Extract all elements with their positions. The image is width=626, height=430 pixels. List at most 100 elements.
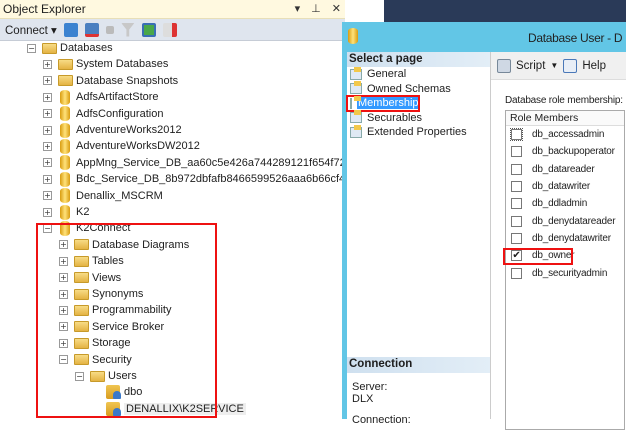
connect-button[interactable]: Connect ▾ bbox=[5, 23, 57, 37]
filter-icon[interactable] bbox=[120, 22, 135, 37]
role-name: db_denydatareader bbox=[532, 215, 616, 227]
highlight-box-db-owner bbox=[503, 248, 573, 265]
role-row[interactable]: db_denydatawriter bbox=[506, 230, 624, 247]
folder-icon bbox=[58, 58, 73, 70]
database-icon bbox=[60, 89, 70, 105]
page-item[interactable]: Extended Properties bbox=[347, 124, 491, 140]
script-icon[interactable] bbox=[497, 58, 511, 73]
tree-node-label: Bdc_Service_DB_8b972dbfafb8466599526aaa6… bbox=[76, 173, 352, 186]
tree-node[interactable]: + AdfsConfiguration bbox=[43, 106, 163, 122]
expand-icon[interactable]: + bbox=[43, 191, 52, 201]
tree-node-label: Databases bbox=[60, 42, 113, 54]
role-members-header[interactable]: Role Members bbox=[506, 111, 624, 126]
tree-node[interactable]: + K2 bbox=[43, 204, 89, 220]
object-explorer-title-bar: Object Explorer ▾ ⊥ ✕ bbox=[0, 0, 345, 19]
page-item[interactable]: Securables bbox=[347, 110, 491, 126]
membership-page: Script ▼ Help Database role membership: … bbox=[490, 52, 626, 430]
tree-node[interactable]: − Databases bbox=[27, 40, 113, 56]
page-label: Membership bbox=[357, 97, 420, 110]
role-row[interactable]: db_datareader bbox=[506, 161, 624, 178]
connection-label: Connection: bbox=[352, 414, 411, 426]
database-icon bbox=[60, 204, 70, 220]
page-label: Owned Schemas bbox=[367, 82, 451, 95]
role-row[interactable]: db_ddladmin bbox=[506, 195, 624, 212]
select-page-header: Select a page bbox=[347, 52, 491, 67]
page-icon bbox=[350, 66, 362, 80]
expand-icon[interactable]: + bbox=[43, 174, 52, 184]
page-item[interactable]: Owned Schemas bbox=[347, 81, 491, 97]
role-row[interactable]: db_securityadmin bbox=[506, 264, 624, 281]
dialog-toolbar: Script ▼ Help bbox=[491, 52, 626, 80]
collapse-icon[interactable]: − bbox=[27, 43, 36, 53]
disconnect-icon[interactable] bbox=[84, 22, 99, 37]
role-name: db_ddladmin bbox=[532, 198, 588, 210]
tree-node[interactable]: + AppMng_Service_DB_aa60c5e426a744289121f… bbox=[43, 155, 373, 171]
tree-node-label: AdfsConfiguration bbox=[76, 107, 164, 120]
panel-title: Object Explorer bbox=[3, 2, 86, 16]
tree-node-label: AdventureWorksDW2012 bbox=[76, 140, 200, 153]
role-members-list: Role Members db_accessadmin db_backupoper… bbox=[505, 110, 625, 430]
tree-node[interactable]: + Denallix_MSCRM bbox=[43, 188, 163, 204]
role-checkbox[interactable] bbox=[511, 215, 522, 227]
role-row[interactable]: db_accessadmin bbox=[506, 126, 624, 143]
refresh-icon[interactable] bbox=[141, 22, 156, 37]
help-button[interactable]: Help bbox=[582, 60, 606, 72]
role-name: db_denydatawriter bbox=[532, 232, 611, 244]
tree-node-label: K2 bbox=[76, 206, 90, 218]
role-name: db_backupoperator bbox=[532, 146, 615, 158]
role-checkbox[interactable] bbox=[511, 181, 522, 193]
role-name: db_datareader bbox=[532, 163, 595, 175]
page-item[interactable]: Membership bbox=[346, 95, 420, 112]
object-explorer-toolbar: Connect ▾ bbox=[0, 19, 345, 41]
database-icon bbox=[60, 188, 70, 204]
script-button[interactable]: Script bbox=[516, 60, 545, 72]
select-page-pane: Select a page General Owned Schemas Member… bbox=[346, 52, 491, 426]
page-icon bbox=[350, 95, 361, 109]
expand-icon[interactable]: + bbox=[43, 141, 52, 151]
database-icon bbox=[60, 122, 70, 138]
role-checkbox[interactable] bbox=[510, 128, 523, 142]
role-checkbox[interactable] bbox=[511, 163, 522, 175]
tree-node[interactable]: + AdfsArtifactStore bbox=[43, 89, 159, 105]
panel-controls[interactable]: ▾ ⊥ ✕ bbox=[295, 2, 345, 15]
role-row[interactable]: db_backupoperator bbox=[506, 143, 624, 160]
role-checkbox[interactable] bbox=[511, 267, 522, 279]
activity-monitor-icon[interactable] bbox=[162, 22, 177, 37]
stop-icon[interactable] bbox=[105, 25, 114, 34]
expand-icon[interactable]: + bbox=[43, 92, 52, 102]
role-row[interactable]: db_denydatareader bbox=[506, 212, 624, 229]
role-row[interactable]: db_datawriter bbox=[506, 178, 624, 195]
tree-node[interactable]: + AdventureWorksDW2012 bbox=[43, 138, 200, 154]
tree-node[interactable]: + AdventureWorks2012 bbox=[43, 122, 182, 138]
expand-icon[interactable]: + bbox=[43, 109, 52, 119]
page-item[interactable]: General bbox=[347, 66, 491, 82]
page-label: Extended Properties bbox=[367, 126, 467, 139]
role-name: db_accessadmin bbox=[532, 129, 605, 141]
database-icon bbox=[60, 106, 70, 122]
expand-icon[interactable]: + bbox=[43, 207, 52, 217]
role-checkbox[interactable] bbox=[511, 232, 522, 244]
database-user-dialog: Database User - D Select a page General O… bbox=[342, 22, 626, 430]
tree-node[interactable]: + System Databases bbox=[43, 56, 168, 72]
help-icon[interactable] bbox=[563, 58, 578, 73]
connect-icon[interactable] bbox=[63, 22, 78, 37]
script-dropdown-icon[interactable]: ▼ bbox=[550, 61, 558, 70]
tree-node[interactable]: + Bdc_Service_DB_8b972dbfafb8466599526aaa… bbox=[43, 171, 351, 187]
page-icon bbox=[350, 110, 362, 124]
tree-node-label: AdventureWorks2012 bbox=[76, 124, 182, 136]
tree-node[interactable]: + Database Snapshots bbox=[43, 73, 178, 89]
expand-icon[interactable]: + bbox=[43, 59, 52, 69]
server-label: Server: bbox=[352, 381, 388, 393]
database-icon bbox=[60, 138, 70, 154]
tree-node-label: AdfsArtifactStore bbox=[76, 91, 159, 104]
expand-icon[interactable]: + bbox=[43, 158, 52, 168]
role-checkbox[interactable] bbox=[511, 146, 522, 158]
expand-icon[interactable]: + bbox=[43, 76, 52, 86]
expand-icon[interactable]: + bbox=[43, 125, 52, 135]
object-explorer: Object Explorer ▾ ⊥ ✕ Connect ▾ − Databas… bbox=[0, 0, 373, 419]
role-name: db_securityadmin bbox=[532, 267, 608, 279]
tree-node-label: Database Snapshots bbox=[76, 74, 179, 87]
role-checkbox[interactable] bbox=[511, 198, 522, 210]
role-name: db_datawriter bbox=[532, 181, 590, 193]
page-label: Securables bbox=[367, 111, 423, 124]
